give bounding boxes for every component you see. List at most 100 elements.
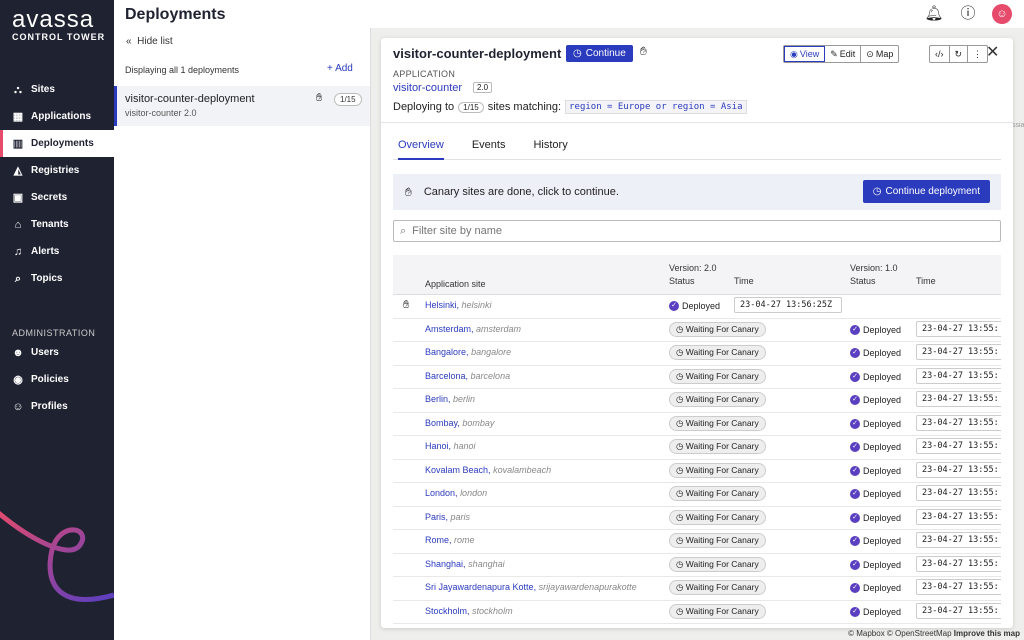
table-row[interactable]: Berlin, berlin ◷ Waiting For Canary ✓ Deplo… [393, 389, 1001, 413]
osm-credit[interactable]: © OpenStreetMap [887, 629, 952, 638]
continue-deployment-button[interactable]: ◷ Continue deployment [862, 180, 990, 203]
site-link[interactable]: Berlin, berlin [425, 394, 475, 404]
status-text: Deployed [863, 536, 902, 546]
site-link[interactable]: Paris, paris [425, 512, 470, 522]
map-pin-icon: ⊙ [866, 48, 874, 59]
site-link[interactable]: Rome, rome [425, 535, 475, 545]
sidebar-item-secrets[interactable]: ▣ Secrets [0, 184, 114, 211]
site-filter-input[interactable] [412, 225, 1000, 237]
sidebar-item-topics[interactable]: ⌕ Topics [0, 265, 114, 292]
edit-button[interactable]: ✎ Edit [825, 46, 862, 62]
v1-status: ✓ Deployed [850, 489, 901, 499]
table-row[interactable]: ✋︎ Helsinki, helsinki ✓ Deployed 23-04-27 13… [393, 295, 1001, 319]
table-row[interactable]: Amsterdam, amsterdam ◷ Waiting For Canary… [393, 319, 1001, 342]
check-circle-icon: ✓ [850, 559, 860, 570]
table-row[interactable]: Stockholm, stockholm ◷ Waiting For Canary… [393, 601, 1001, 624]
sidebar-item-registries[interactable]: ◭ Registries [0, 157, 114, 184]
v2-status: ◷ Waiting For Canary [669, 603, 766, 619]
site-link[interactable]: Bombay, bombay [425, 418, 494, 428]
table-row[interactable]: Hanoi, hanoi ◷ Waiting For Canary ✓ Deploye… [393, 436, 1001, 460]
improve-map-link[interactable]: Improve this map [954, 629, 1020, 638]
v2-status: ◷ Waiting For Canary [669, 509, 766, 525]
v1-status: ✓ Deployed [850, 559, 901, 570]
site-column-header[interactable]: Application site [425, 279, 486, 289]
deploying-to-label: Deploying to [393, 101, 455, 113]
site-link[interactable]: Sri Jayawardenapura Kotte, srijayawarden… [425, 582, 637, 592]
status-text: Deployed [863, 489, 902, 499]
sidebar-item-sites[interactable]: ⛬ Sites [0, 76, 114, 103]
mapbox-credit[interactable]: © Mapbox [848, 629, 885, 638]
site-link[interactable]: Helsinki, helsinki [425, 300, 492, 310]
refresh-icon: ↻ [954, 48, 963, 59]
table-row[interactable]: Paris, paris ◷ Waiting For Canary ✓ Deploye… [393, 507, 1001, 530]
sidebar-item-policies[interactable]: ◉ Policies [0, 366, 114, 393]
double-chevron-left-icon: « [126, 36, 132, 47]
hide-list-button[interactable]: « Hide list [126, 36, 173, 47]
avatar[interactable]: ☺ [992, 4, 1012, 24]
sidebar-item-tenants[interactable]: ⌂ Tenants [0, 211, 114, 238]
sidebar-item-deployments[interactable]: ▥ Deployments [0, 130, 114, 157]
status-badge: ◷ Waiting For Canary [669, 462, 766, 478]
site-slug: paris [450, 511, 471, 522]
code-button[interactable]: ‹/› [930, 46, 950, 62]
site-link[interactable]: London, london [425, 488, 487, 498]
continue-button[interactable]: ◷ Continue [566, 45, 633, 62]
filter-field: ⌕ [393, 220, 1001, 242]
table-row[interactable]: Kovalam Beach, kovalambeach ◷ Waiting For… [393, 460, 1001, 483]
more-button[interactable]: ⋮ [968, 46, 987, 62]
check-circle-icon: ✓ [850, 489, 860, 499]
site-link[interactable]: Kovalam Beach, kovalambeach [425, 465, 551, 475]
site-slug: srijayawardenapurakotte [538, 582, 637, 592]
help-icon[interactable]: ⓘ [958, 4, 978, 24]
sidebar-item-users[interactable]: ☻ Users [0, 339, 114, 366]
v1-status: ✓ Deployed [850, 371, 902, 382]
site-link[interactable]: Amsterdam, amsterdam [425, 324, 521, 334]
table-row[interactable]: Bombay, bombay ◷ Waiting For Canary ✓ Deplo… [393, 413, 1001, 436]
application-link[interactable]: visitor-counter [393, 82, 462, 94]
check-circle-icon: ✓ [850, 465, 860, 476]
sites-matching-label: sites matching: [487, 101, 562, 113]
hand-icon: ✋︎ [405, 184, 412, 199]
site-link[interactable]: Hanoi, hanoi [425, 441, 476, 451]
v2-status: ◷ Waiting For Canary [669, 533, 766, 548]
tab-history[interactable]: History [533, 137, 567, 160]
sidebar-item-label: Deployments [31, 138, 94, 149]
status-text: Deployed [863, 371, 902, 382]
status-text: Waiting For Canary [685, 347, 759, 357]
table-row[interactable]: Rome, rome ◷ Waiting For Canary ✓ Deployed 2… [393, 530, 1001, 554]
sidebar-item-label: Alerts [31, 246, 60, 257]
sidebar-item-profiles[interactable]: ☺ Profiles [0, 393, 114, 420]
table-row[interactable]: Barcelona, barcelona ◷ Waiting For Canary… [393, 366, 1001, 389]
table-row[interactable]: Sri Jayawardenapura Kotte, srijayawarden… [393, 577, 1001, 601]
view-label: View [799, 49, 820, 59]
sidebar-item-alerts[interactable]: ♫ Alerts [0, 238, 114, 265]
site-link[interactable]: Shanghai, shanghai [425, 559, 505, 569]
site-slug: barcelona [470, 370, 511, 381]
timer-icon: ◷ [676, 441, 684, 451]
v2-status: ◷ Waiting For Canary [669, 321, 766, 337]
sidebar-item-label: Registries [31, 165, 80, 176]
table-row[interactable]: Bangalore, bangalore ◷ Waiting For Canary… [393, 342, 1001, 366]
tab-events[interactable]: Events [472, 137, 506, 160]
bell-icon[interactable]: 🔔︎ [924, 4, 944, 24]
add-button[interactable]: + Add [327, 63, 353, 74]
site-link[interactable]: Bangalore, bangalore [425, 347, 511, 357]
tab-overview[interactable]: Overview [398, 137, 444, 160]
refresh-button[interactable]: ↻ [950, 46, 969, 62]
status-text: Waiting For Canary [685, 558, 759, 569]
application-label: APPLICATION [393, 69, 456, 79]
table-row[interactable]: London, london ◷ Waiting For Canary ✓ Deplo… [393, 483, 1001, 507]
page-title: Deployments [125, 6, 226, 23]
registries-icon: ◭ [13, 164, 23, 177]
site-link[interactable]: Stockholm, stockholm [425, 606, 513, 616]
list-item[interactable]: visitor-counter-deployment visitor-count… [114, 86, 370, 126]
sidebar-item-applications[interactable]: ▦ Applications [0, 103, 114, 130]
brand-logo[interactable]: avassa [12, 6, 94, 34]
site-link[interactable]: Barcelona, barcelona [425, 371, 510, 381]
view-button[interactable]: ◉ View [784, 46, 826, 62]
v2-time: 23-04-27 13:56:25Z [734, 297, 842, 313]
close-icon[interactable]: ✕ [986, 42, 999, 62]
timer-icon: ◷ [676, 417, 684, 428]
map-button[interactable]: ⊙ Map [861, 46, 898, 62]
table-row[interactable]: Shanghai, shanghai ◷ Waiting For Canary ✓ D… [393, 554, 1001, 577]
